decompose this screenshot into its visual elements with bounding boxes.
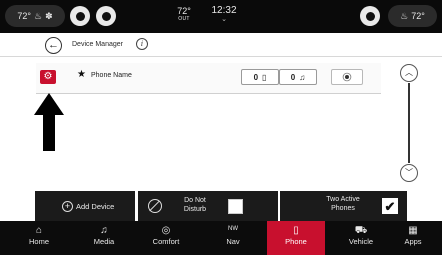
seat-heat-icon [75, 11, 85, 21]
clock-time: 12:32 [211, 5, 237, 16]
phone-icon: ▯ [262, 72, 267, 82]
nav-nav[interactable]: NW Nav [204, 221, 262, 255]
add-device-label: Add Device [76, 202, 115, 211]
add-device-button[interactable]: + Add Device [35, 191, 135, 221]
gear-icon: ⚙ [43, 71, 53, 82]
device-options-button[interactable] [331, 69, 363, 85]
favorite-star-icon: ★ [77, 69, 86, 80]
audio-connect-button[interactable]: 0 ♫ [279, 69, 317, 85]
seat-heat-icon: ♨ [34, 10, 43, 21]
compass-icon: NW [228, 226, 238, 232]
nav-label-nav: Nav [226, 237, 240, 246]
back-button[interactable]: ← [45, 37, 62, 54]
add-icon: + [62, 201, 73, 212]
nav-label-home: Home [28, 237, 49, 246]
passenger-climate-button[interactable]: ♨ 72° [388, 5, 437, 27]
driver-temp: 72° [17, 11, 31, 21]
info-icon[interactable]: i [136, 38, 148, 50]
do-not-disturb-icon [148, 199, 162, 213]
grid-icon: ▦ [408, 225, 418, 236]
music-note-icon: ♫ [100, 225, 108, 236]
checkmark-icon: ✔ [384, 198, 396, 214]
seat-cool-icon [101, 11, 111, 21]
options-icon [345, 75, 349, 79]
comfort-icon: ◎ [161, 225, 171, 236]
driver-climate-button[interactable]: 72° ♨ ✽ [5, 5, 65, 27]
fan-icon: ✽ [45, 10, 53, 21]
nav-home[interactable]: ⌂ Home [10, 221, 68, 255]
driver-seat-cool-button[interactable] [96, 6, 116, 26]
outside-label: OUT [178, 16, 190, 22]
nav-media[interactable]: ♫ Media [75, 221, 133, 255]
nav-label-vehicle: Vehicle [348, 237, 374, 246]
page-header: ← Device Manager i [0, 33, 442, 57]
two-active-phones-label: Two Active Phones [326, 196, 360, 212]
chevron-down-icon: ﹀ [405, 168, 413, 177]
up-arrow-icon [34, 93, 64, 151]
nav-comfort[interactable]: ◎ Comfort [137, 221, 195, 255]
scroll-down-button[interactable]: ﹀ [400, 164, 418, 182]
do-not-disturb-label: Do Not Disturb [183, 197, 207, 213]
nav-vehicle[interactable]: ⛟ Vehicle [332, 221, 390, 255]
chevron-up-icon: ︿ [405, 68, 413, 77]
music-note-icon: ♫ [299, 72, 306, 82]
device-settings-button[interactable]: ⚙ [40, 70, 56, 84]
car-icon: ⛟ [354, 225, 368, 236]
seat-heat-icon: ♨ [400, 10, 409, 21]
phone-icon: ▯ [293, 225, 299, 236]
nav-apps[interactable]: ▦ Apps [384, 221, 442, 255]
back-arrow-icon: ← [48, 39, 59, 51]
do-not-disturb-checkbox[interactable] [228, 199, 243, 214]
driver-seat-heat-button[interactable] [70, 6, 90, 26]
device-name: Phone Name [91, 72, 132, 79]
page-title: Device Manager [72, 41, 123, 48]
outside-temp-value: 72° [177, 6, 191, 16]
clock[interactable]: 12:32 ⌄ [209, 5, 239, 23]
nav-label-media: Media [93, 237, 115, 246]
chevron-down-icon: ⌄ [221, 16, 227, 23]
device-manager-panel: ← Device Manager i ⚙ ★ Phone Name 0 ▯ 0 … [0, 33, 442, 191]
two-active-phones-toggle[interactable]: Two Active Phones ✔ [280, 191, 407, 221]
bottom-nav: ⌂ Home ♫ Media ◎ Comfort NW Nav ▯ Phone … [0, 221, 442, 255]
do-not-disturb-toggle[interactable]: Do Not Disturb [138, 191, 278, 221]
nav-label-comfort: Comfort [152, 237, 180, 246]
passenger-temp: 72° [411, 11, 425, 21]
scroll-up-button[interactable]: ︿ [400, 64, 418, 82]
audio-connect-count: 0 [290, 72, 296, 82]
home-icon: ⌂ [35, 225, 43, 236]
two-active-phones-checkbox[interactable]: ✔ [382, 198, 398, 214]
status-bar: 72° ♨ ✽ 72° OUT 12:32 ⌄ ♨ 72° [0, 0, 442, 33]
seat-heat-icon [365, 11, 375, 21]
nav-label-apps: Apps [404, 237, 422, 246]
outside-temp: 72° OUT [173, 6, 195, 22]
phone-connect-count: 0 [253, 72, 259, 82]
nav-phone[interactable]: ▯ Phone [267, 221, 325, 255]
passenger-seat-button[interactable] [360, 6, 380, 26]
scroll-track[interactable] [408, 83, 410, 163]
action-bar: + Add Device Do Not Disturb Two Active P… [0, 191, 442, 221]
nav-label-phone: Phone [285, 237, 307, 246]
phone-connect-button[interactable]: 0 ▯ [241, 69, 279, 85]
device-row[interactable]: ⚙ ★ Phone Name 0 ▯ 0 ♫ [36, 63, 381, 94]
